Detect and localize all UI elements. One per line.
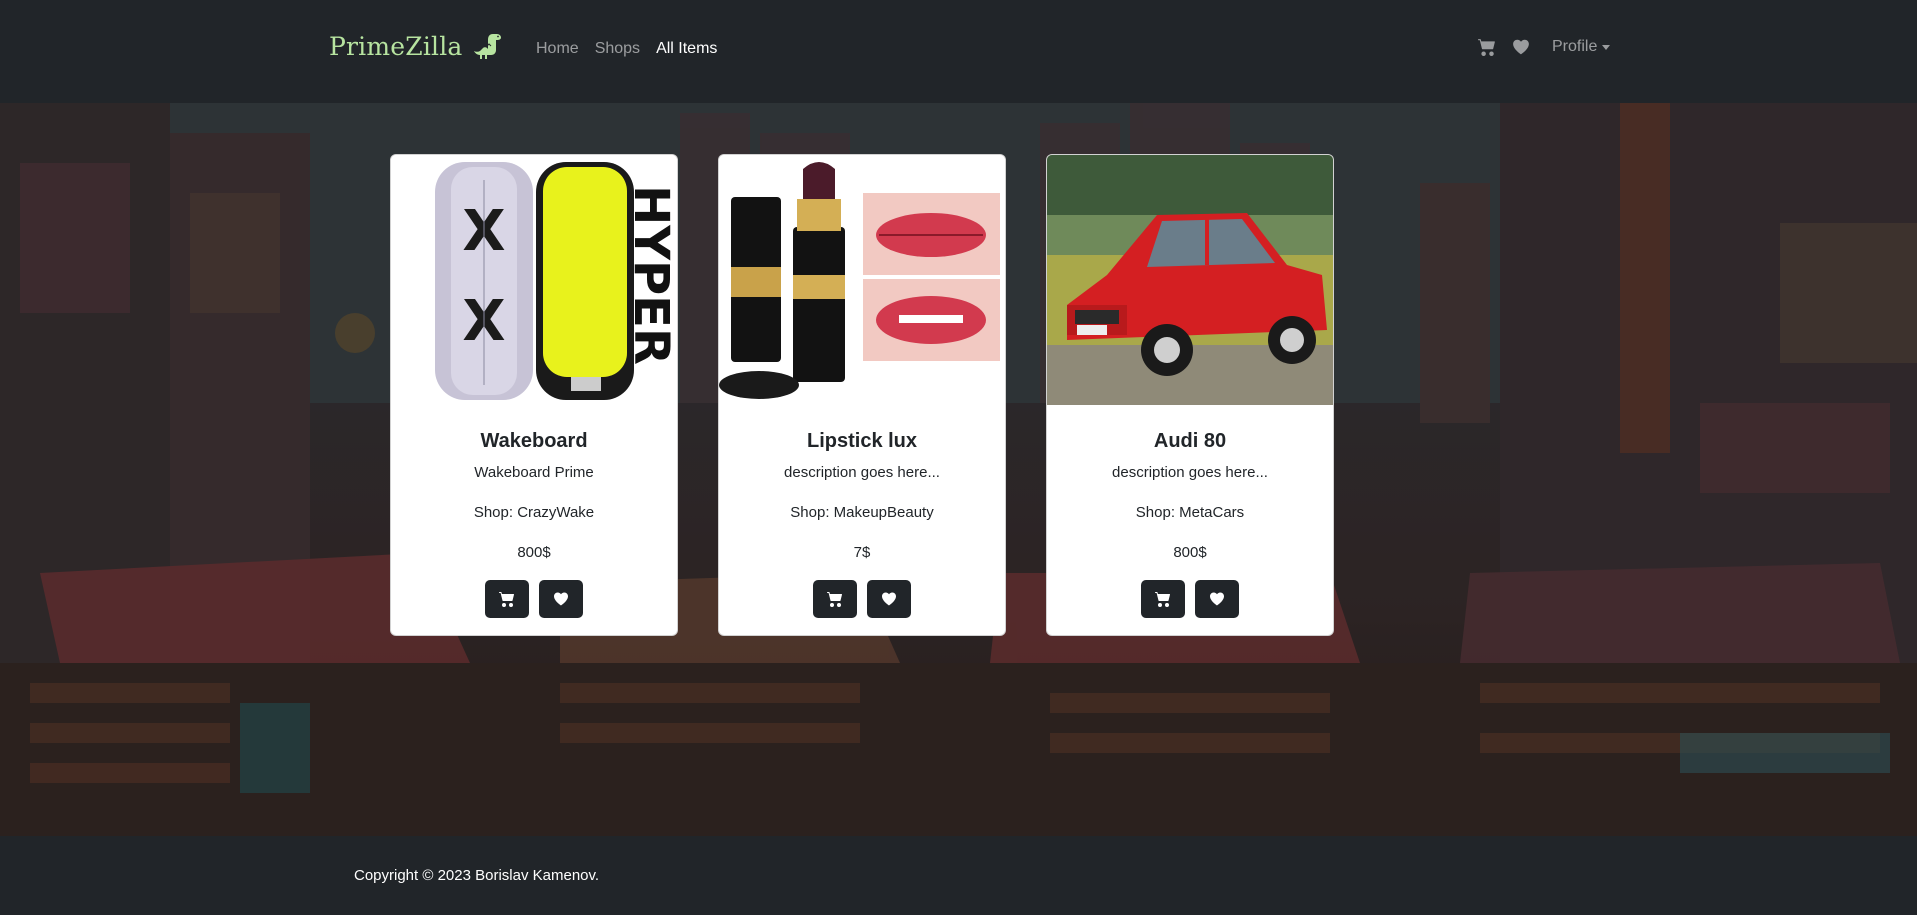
nav-actions: Profile — [1478, 38, 1611, 56]
card-title: Wakeboard — [480, 430, 588, 452]
card-title: Audi 80 — [1153, 430, 1227, 452]
item-card-lipstick[interactable]: Lipstick lux description goes here... Sh… — [718, 154, 1006, 636]
car-image[interactable] — [1047, 155, 1333, 405]
heart-icon — [554, 592, 568, 606]
cart-icon — [827, 592, 843, 607]
profile-label: Profile — [1552, 38, 1598, 55]
nav-all-items[interactable]: All Items — [656, 40, 717, 58]
card-price: 800$ — [517, 544, 551, 561]
card-shop: Shop: CrazyWake — [473, 504, 595, 521]
nav-shops[interactable]: Shops — [595, 40, 640, 58]
footer: Copyright © 2023 Borislav Kamenov. — [0, 836, 1917, 915]
lipstick-image[interactable] — [719, 155, 1005, 405]
add-to-cart-button[interactable] — [485, 580, 529, 618]
add-to-favorites-button[interactable] — [1195, 580, 1239, 618]
item-card-car[interactable]: Audi 80 description goes here... Shop: M… — [1046, 154, 1334, 636]
brand-logo[interactable]: PrimeZilla — [329, 30, 505, 62]
add-to-cart-button[interactable] — [1141, 580, 1185, 618]
heart-icon — [1210, 592, 1224, 606]
card-description: description goes here... — [784, 464, 940, 481]
main-nav: Home Shops All Items — [536, 40, 717, 58]
cart-icon — [499, 592, 515, 607]
card-description: description goes here... — [1112, 464, 1268, 481]
card-actions — [1047, 580, 1333, 618]
card-actions — [719, 580, 1005, 618]
card-shop: Shop: MetaCars — [1135, 504, 1245, 521]
caret-down-icon — [1602, 44, 1611, 50]
item-card-wakeboard[interactable]: X X HYPER Wakeboard Wakeboard Prime Shop… — [390, 154, 678, 636]
heart-icon — [882, 592, 896, 606]
brand-name[interactable]: PrimeZilla — [329, 32, 463, 61]
copyright-text: Copyright © 2023 Borislav Kamenov. — [354, 867, 600, 884]
card-actions — [391, 580, 677, 618]
card-shop: Shop: MakeupBeauty — [790, 504, 934, 521]
card-description: Wakeboard Prime — [474, 464, 594, 481]
profile-dropdown[interactable]: Profile — [1552, 38, 1611, 56]
cart-icon[interactable] — [1478, 38, 1496, 56]
wakeboard-image[interactable]: X X HYPER — [391, 155, 678, 405]
add-to-cart-button[interactable] — [813, 580, 857, 618]
nav-home[interactable]: Home — [536, 40, 579, 58]
dinosaur-icon — [473, 34, 501, 59]
navbar: PrimeZilla Home Shops All Items Profile — [0, 0, 1917, 103]
cart-icon — [1155, 592, 1171, 607]
card-price: 7$ — [853, 544, 871, 561]
svg-text:HYPER: HYPER — [623, 185, 678, 365]
add-to-favorites-button[interactable] — [867, 580, 911, 618]
card-title: Lipstick lux — [806, 430, 918, 452]
card-price: 800$ — [1173, 544, 1207, 561]
add-to-favorites-button[interactable] — [539, 580, 583, 618]
heart-icon[interactable] — [1512, 38, 1530, 56]
